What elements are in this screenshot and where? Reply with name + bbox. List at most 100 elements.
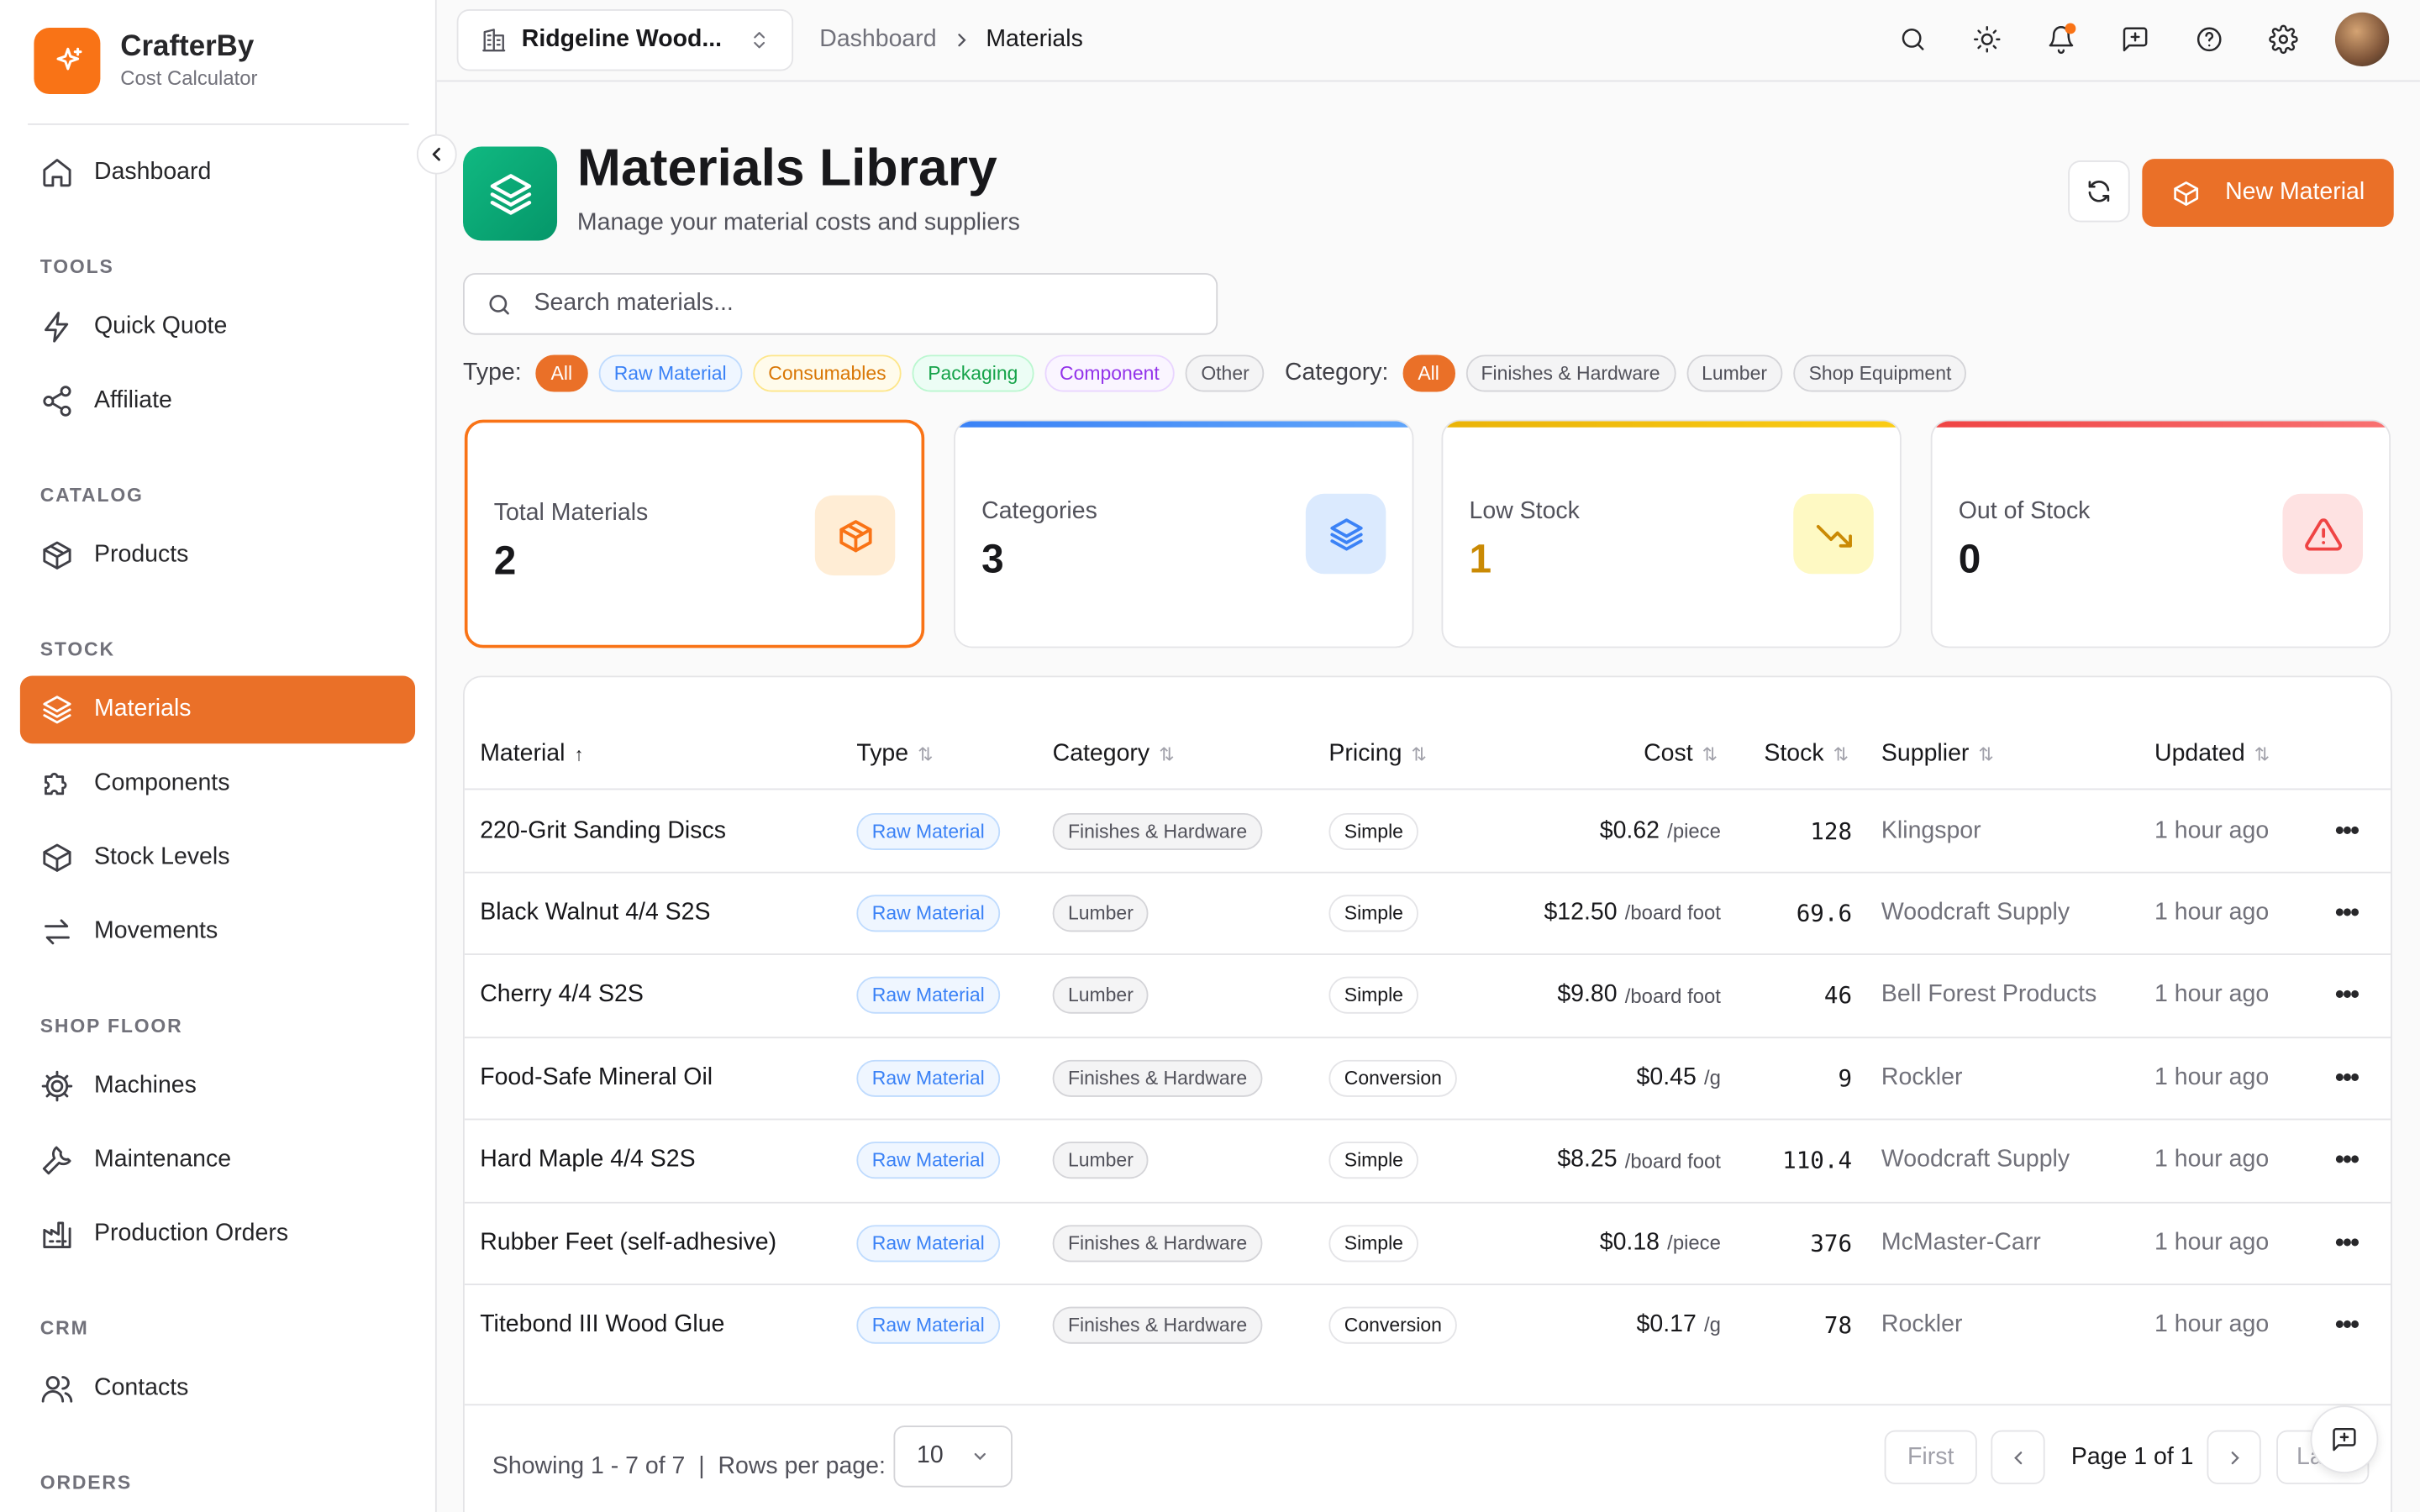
sidebar-item-label: Machines (94, 1072, 197, 1099)
more-icon: ••• (2334, 979, 2360, 1010)
row-actions-button[interactable]: ••• (2334, 872, 2360, 953)
stat-total-materials[interactable]: Total Materials 2 (464, 419, 925, 648)
table-row[interactable]: Rubber Feet (self-adhesive) Raw Material F… (465, 1202, 2391, 1284)
org-switcher[interactable]: Ridgeline Wood... (456, 9, 794, 71)
column-updated[interactable]: Updated ⇅ (2154, 741, 2270, 769)
table-row[interactable]: Titebond III Wood Glue Raw Material Finish… (465, 1284, 2391, 1366)
theme-toggle[interactable] (1965, 18, 2007, 60)
supplier-name: Rockler (1881, 1063, 1963, 1090)
layers-icon (1305, 493, 1386, 575)
help-button[interactable] (2187, 18, 2230, 60)
cost-value: $0.17 (1636, 1310, 1697, 1338)
cost-unit: /piece (1667, 1231, 1721, 1255)
stock-value: 128 (1810, 816, 1853, 845)
rows-per-page-select[interactable]: 10 (893, 1425, 1013, 1488)
first-page-button[interactable]: First (1884, 1430, 1977, 1484)
table-row[interactable]: Cherry 4/4 S2S Raw Material Lumber Simple $9… (465, 955, 2391, 1037)
type-chip-other[interactable]: Other (1185, 354, 1265, 391)
chat-button[interactable] (2310, 1405, 2379, 1474)
stat-categories[interactable]: Categories 3 (954, 419, 1414, 648)
category-chip-finishes-hardware[interactable]: Finishes & Hardware (1465, 354, 1676, 391)
material-name[interactable]: Black Walnut 4/4 S2S (480, 872, 710, 953)
sidebar-item-movements[interactable]: Movements (20, 898, 415, 966)
type-chip-packaging[interactable]: Packaging (912, 354, 1034, 391)
table-row[interactable]: 220-Grit Sanding Discs Raw Material Finish… (465, 790, 2391, 871)
column-material[interactable]: Material ↑ (480, 741, 583, 769)
filter-bar: Type: All Raw Material Consumables Packa… (463, 354, 1967, 392)
category-chip-lumber[interactable]: Lumber (1686, 354, 1783, 391)
settings-button[interactable] (2261, 18, 2304, 60)
brand[interactable]: CrafterBy Cost Calculator (34, 28, 257, 95)
more-icon: ••• (2334, 1145, 2360, 1174)
sort-icon: ⇅ (1159, 743, 1175, 766)
new-material-button[interactable]: New Material (2142, 159, 2394, 227)
type-chip-consumables[interactable]: Consumables (752, 354, 902, 391)
column-pricing[interactable]: Pricing ⇅ (1328, 741, 1427, 769)
column-category[interactable]: Category ⇅ (1053, 741, 1175, 769)
refresh-icon (2088, 180, 2110, 202)
sort-icon: ⇅ (1833, 743, 1849, 766)
search-box (463, 273, 1218, 335)
sidebar-item-quick-quote[interactable]: Quick Quote (20, 293, 415, 361)
table-row[interactable]: Black Walnut 4/4 S2S Raw Material Lumber Si… (465, 872, 2391, 953)
cost-unit: /piece (1667, 819, 1721, 843)
pricing-badge: Conversion (1328, 1059, 1458, 1097)
users-icon (41, 1376, 73, 1403)
row-actions-button[interactable]: ••• (2335, 1037, 2360, 1119)
sidebar-item-machines[interactable]: Machines (20, 1053, 415, 1121)
category-chip-shop-equipment[interactable]: Shop Equipment (1793, 354, 1967, 391)
material-name[interactable]: 220-Grit Sanding Discs (480, 790, 726, 871)
row-actions-button[interactable]: ••• (2334, 1120, 2360, 1201)
collapse-sidebar-button[interactable] (416, 134, 457, 175)
sidebar-item-affiliate[interactable]: Affiliate (20, 367, 415, 435)
material-name[interactable]: Hard Maple 4/4 S2S (480, 1120, 695, 1201)
type-chip-all[interactable]: All (535, 354, 588, 391)
breadcrumb-dashboard[interactable]: Dashboard (819, 26, 936, 54)
row-actions-button[interactable]: ••• (2335, 790, 2360, 871)
feedback-button[interactable] (2112, 18, 2155, 60)
avatar[interactable] (2334, 12, 2390, 66)
stat-label: Categories (981, 498, 1097, 525)
notifications-button[interactable] (2039, 18, 2081, 60)
stat-low-stock[interactable]: Low Stock 1 (1441, 419, 1902, 648)
table-row[interactable]: Food-Safe Mineral Oil Raw Material Finishe… (465, 1037, 2391, 1119)
prev-page-button[interactable] (1991, 1430, 2045, 1484)
sidebar-item-products[interactable]: Products (20, 522, 415, 590)
column-cost[interactable]: Cost ⇅ (1644, 741, 1718, 769)
sidebar-item-materials[interactable]: Materials (19, 675, 416, 744)
row-actions-button[interactable]: ••• (2335, 1284, 2360, 1366)
type-chip-raw-material[interactable]: Raw Material (598, 354, 743, 391)
sidebar-item-maintenance[interactable]: Maintenance (20, 1126, 415, 1194)
sidebar-item-components[interactable]: Components (20, 750, 415, 818)
sort-icon: ⇅ (1702, 743, 1718, 766)
updated-time: 1 hour ago (2154, 981, 2270, 1008)
sidebar-item-production-orders[interactable]: Production Orders (20, 1200, 415, 1268)
sidebar-item-contacts[interactable]: Contacts (20, 1355, 415, 1423)
chevron-left-icon (432, 147, 440, 161)
material-name[interactable]: Food-Safe Mineral Oil (480, 1037, 713, 1119)
category-chip-all[interactable]: All (1402, 354, 1455, 391)
category-badge: Lumber (1052, 895, 1150, 932)
row-actions-button[interactable]: ••• (2334, 955, 2360, 1037)
search-input[interactable] (534, 290, 1182, 318)
refresh-button[interactable] (2068, 160, 2130, 223)
column-type[interactable]: Type ⇅ (856, 741, 933, 769)
type-chip-component[interactable]: Component (1044, 354, 1176, 391)
material-name[interactable]: Titebond III Wood Glue (480, 1284, 724, 1366)
column-supplier[interactable]: Supplier ⇅ (1881, 741, 1994, 769)
more-icon: ••• (2334, 897, 2360, 927)
column-stock[interactable]: Stock ⇅ (1764, 741, 1849, 769)
material-name[interactable]: Rubber Feet (self-adhesive) (480, 1202, 776, 1284)
search-icon (489, 294, 509, 314)
sidebar-item-dashboard[interactable]: Dashboard (20, 139, 415, 207)
row-actions-button[interactable]: ••• (2335, 1202, 2360, 1284)
stat-out-of-stock[interactable]: Out of Stock 0 (1930, 419, 2391, 648)
category-filter-label: Category: (1284, 359, 1389, 386)
next-page-button[interactable] (2207, 1430, 2261, 1484)
material-name[interactable]: Cherry 4/4 S2S (480, 955, 644, 1037)
sidebar-item-stock-levels[interactable]: Stock Levels (20, 824, 415, 892)
section-catalog: CATALOG (39, 484, 144, 507)
search-button[interactable] (1891, 18, 1933, 60)
table-row[interactable]: Hard Maple 4/4 S2S Raw Material Lumber Simp… (465, 1120, 2391, 1201)
stock-value: 46 (1823, 981, 1853, 1010)
